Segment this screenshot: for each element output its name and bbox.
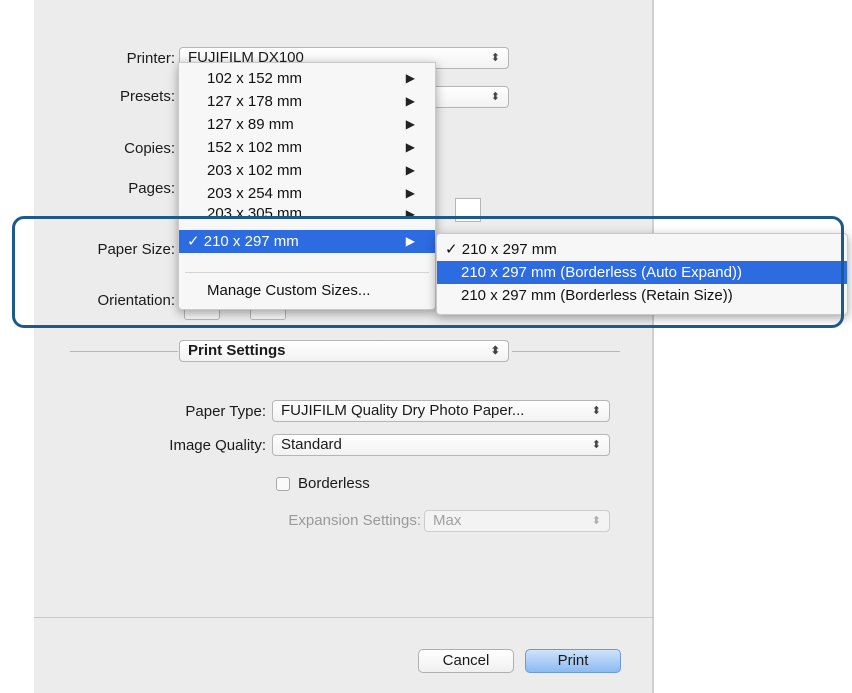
callout-highlight-frame — [12, 216, 844, 328]
bottom-divider — [34, 617, 654, 618]
paper-type-popup[interactable]: FUJIFILM Quality Dry Photo Paper... ⬍ — [272, 400, 610, 422]
image-quality-value: Standard — [281, 436, 342, 453]
submenu-arrow-icon: ▶ — [405, 163, 415, 177]
paper-type-value: FUJIFILM Quality Dry Photo Paper... — [281, 402, 525, 419]
popup-arrows-icon: ⬍ — [591, 405, 601, 417]
menu-item-label: 127 x 178 mm — [207, 93, 303, 110]
print-button[interactable]: Print — [525, 649, 621, 673]
printer-label: Printer: — [126, 50, 175, 67]
submenu-arrow-icon: ▶ — [405, 71, 415, 85]
section-divider-left — [70, 351, 178, 352]
menu-item-203x102[interactable]: 203 x 102 mm ▶ — [179, 159, 435, 182]
print-settings-popup[interactable]: Print Settings ⬍ — [179, 340, 509, 362]
presets-label: Presets: — [119, 88, 175, 105]
popup-arrows-icon: ⬍ — [591, 439, 601, 451]
pages-label: Pages: — [128, 180, 175, 197]
paper-type-label: Paper Type: — [185, 403, 266, 420]
menu-item-102x152[interactable]: 102 x 152 mm ▶ — [179, 67, 435, 90]
submenu-arrow-icon: ▶ — [405, 117, 415, 131]
popup-arrows-icon: ⬍ — [591, 515, 601, 527]
borderless-label: Borderless — [298, 475, 370, 492]
expansion-settings-popup[interactable]: Max ⬍ — [424, 510, 610, 532]
submenu-arrow-icon: ▶ — [405, 94, 415, 108]
image-quality-label: Image Quality: — [169, 437, 266, 454]
menu-item-203x254[interactable]: 203 x 254 mm ▶ — [179, 182, 435, 205]
popup-arrows-icon: ⬍ — [490, 91, 500, 103]
expansion-value: Max — [433, 512, 462, 529]
menu-item-label: 203 x 102 mm — [207, 162, 303, 179]
dialog-edge — [652, 0, 654, 693]
section-value: Print Settings — [188, 342, 286, 359]
submenu-arrow-icon: ▶ — [405, 140, 415, 154]
submenu-arrow-icon: ▶ — [405, 186, 415, 200]
menu-item-label: 102 x 152 mm — [207, 70, 303, 87]
image-quality-popup[interactable]: Standard ⬍ — [272, 434, 610, 456]
copies-label: Copies: — [124, 140, 175, 157]
menu-item-label: 152 x 102 mm — [207, 139, 303, 156]
menu-item-152x102[interactable]: 152 x 102 mm ▶ — [179, 136, 435, 159]
menu-item-label: 127 x 89 mm — [207, 116, 294, 133]
expansion-settings-label: Expansion Settings: — [288, 512, 421, 529]
section-divider-right — [512, 351, 620, 352]
menu-item-127x178[interactable]: 127 x 178 mm ▶ — [179, 90, 435, 113]
popup-arrows-icon: ⬍ — [490, 52, 500, 64]
borderless-checkbox[interactable] — [276, 477, 290, 491]
menu-item-127x89[interactable]: 127 x 89 mm ▶ — [179, 113, 435, 136]
cancel-button[interactable]: Cancel — [418, 649, 514, 673]
popup-arrows-icon: ⬍ — [490, 345, 500, 357]
menu-item-label: 203 x 254 mm — [207, 185, 303, 202]
